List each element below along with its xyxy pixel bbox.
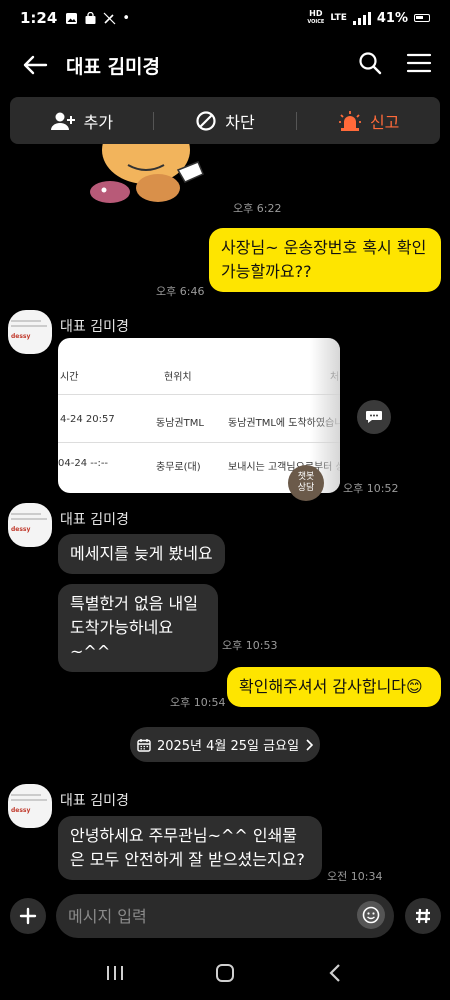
other-message-bubble[interactable]: 안녕하세요 주무관님~^^ 인쇄물은 모두 안전하게 잘 받으셨는지요? (58, 816, 322, 880)
nav-back-button[interactable] (315, 953, 355, 993)
back-button[interactable] (18, 48, 52, 82)
date-label: 2025년 4월 25일 금요일 (156, 739, 300, 754)
message-time: 오전 10:34 (327, 870, 383, 883)
sender-name: 대표 김미경 (60, 319, 129, 335)
report-button[interactable]: 신고 (297, 109, 440, 133)
friend-action-bar: 추가 차단 신고 (10, 97, 440, 144)
profile-avatar[interactable]: dessy (8, 784, 52, 828)
gallery-icon (66, 12, 78, 24)
chevron-left-icon (329, 964, 340, 982)
arrow-left-icon (23, 55, 48, 75)
dot-icon: • (122, 10, 130, 26)
status-right: HD VOICE LTE 41% (307, 10, 430, 26)
hashtag-icon (416, 908, 430, 924)
add-person-icon (50, 112, 75, 130)
profile-avatar[interactable]: dessy (8, 503, 52, 547)
my-message-bubble[interactable]: 사장님~ 운송장번호 혹시 확인 가능할까요?? (209, 228, 441, 292)
recent-apps-icon (107, 966, 123, 980)
chat-messages[interactable]: 오후 6:22 사장님~ 운송장번호 혹시 확인 가능할까요?? 오후 6:46… (0, 90, 450, 890)
hamburger-menu-icon (406, 53, 432, 73)
battery-level: 41% (376, 10, 408, 26)
chatbot-button[interactable]: 챗봇 상담 (288, 465, 324, 501)
attach-button[interactable] (10, 898, 46, 934)
chevron-right-icon (306, 738, 314, 751)
system-nav-bar (0, 946, 450, 1000)
message-input[interactable] (56, 894, 394, 938)
add-friend-label: 추가 (83, 112, 114, 132)
block-label: 차단 (225, 112, 255, 132)
other-message-bubble[interactable]: 메세지를 늦게 봤네요 (58, 534, 225, 574)
message-time: 오후 10:53 (222, 639, 278, 652)
search-button[interactable] (358, 51, 382, 79)
plus-icon (19, 907, 37, 925)
message-input-bar (0, 892, 450, 942)
network-type: LTE (330, 13, 347, 23)
profile-avatar[interactable]: dessy (8, 310, 52, 354)
shopping-bag-icon (85, 11, 96, 24)
status-bar: 1:24 • HD VOICE LTE 41% (0, 0, 450, 36)
smiley-icon (362, 906, 380, 924)
message-time: 오후 6:22 (233, 202, 282, 215)
battery-icon (414, 14, 430, 22)
chat-title: 대표 김미경 (66, 55, 161, 78)
block-button[interactable]: 차단 (154, 109, 297, 133)
sender-name: 대표 김미경 (60, 512, 129, 528)
notification-icons: • (65, 11, 130, 26)
block-icon (196, 110, 216, 131)
date-divider[interactable]: 2025년 4월 25일 금요일 (130, 727, 320, 762)
menu-button[interactable] (406, 52, 432, 78)
home-icon (216, 964, 234, 982)
speech-bubble-icon (366, 411, 382, 423)
status-time: 1:24 (20, 9, 58, 27)
recent-apps-button[interactable] (95, 953, 135, 993)
search-icon (359, 52, 382, 75)
message-time: 오후 10:54 (170, 696, 226, 709)
share-button[interactable] (357, 400, 391, 434)
chatbot-label: 챗봇 상담 (297, 472, 315, 493)
hashtag-button[interactable] (405, 898, 441, 934)
sender-name: 대표 김미경 (60, 793, 129, 809)
message-time: 오후 6:46 (156, 285, 205, 298)
message-time: 오후 10:52 (343, 482, 399, 495)
other-message-bubble[interactable]: 특별한거 없음 내일 도착가능하네요~^^ (58, 584, 218, 672)
home-button[interactable] (205, 953, 245, 993)
siren-icon (338, 110, 361, 131)
edit-off-icon (103, 12, 116, 24)
calendar-icon (137, 738, 151, 752)
report-label: 신고 (369, 112, 400, 132)
signal-icon (352, 11, 371, 25)
emoji-button[interactable] (357, 901, 385, 929)
add-friend-button[interactable]: 추가 (10, 109, 153, 133)
my-message-bubble[interactable]: 확인해주셔서 감사합니다😊 (227, 667, 441, 707)
chat-header: 대표 김미경 (0, 40, 450, 90)
hd-voice-icon: HD VOICE (307, 9, 325, 26)
